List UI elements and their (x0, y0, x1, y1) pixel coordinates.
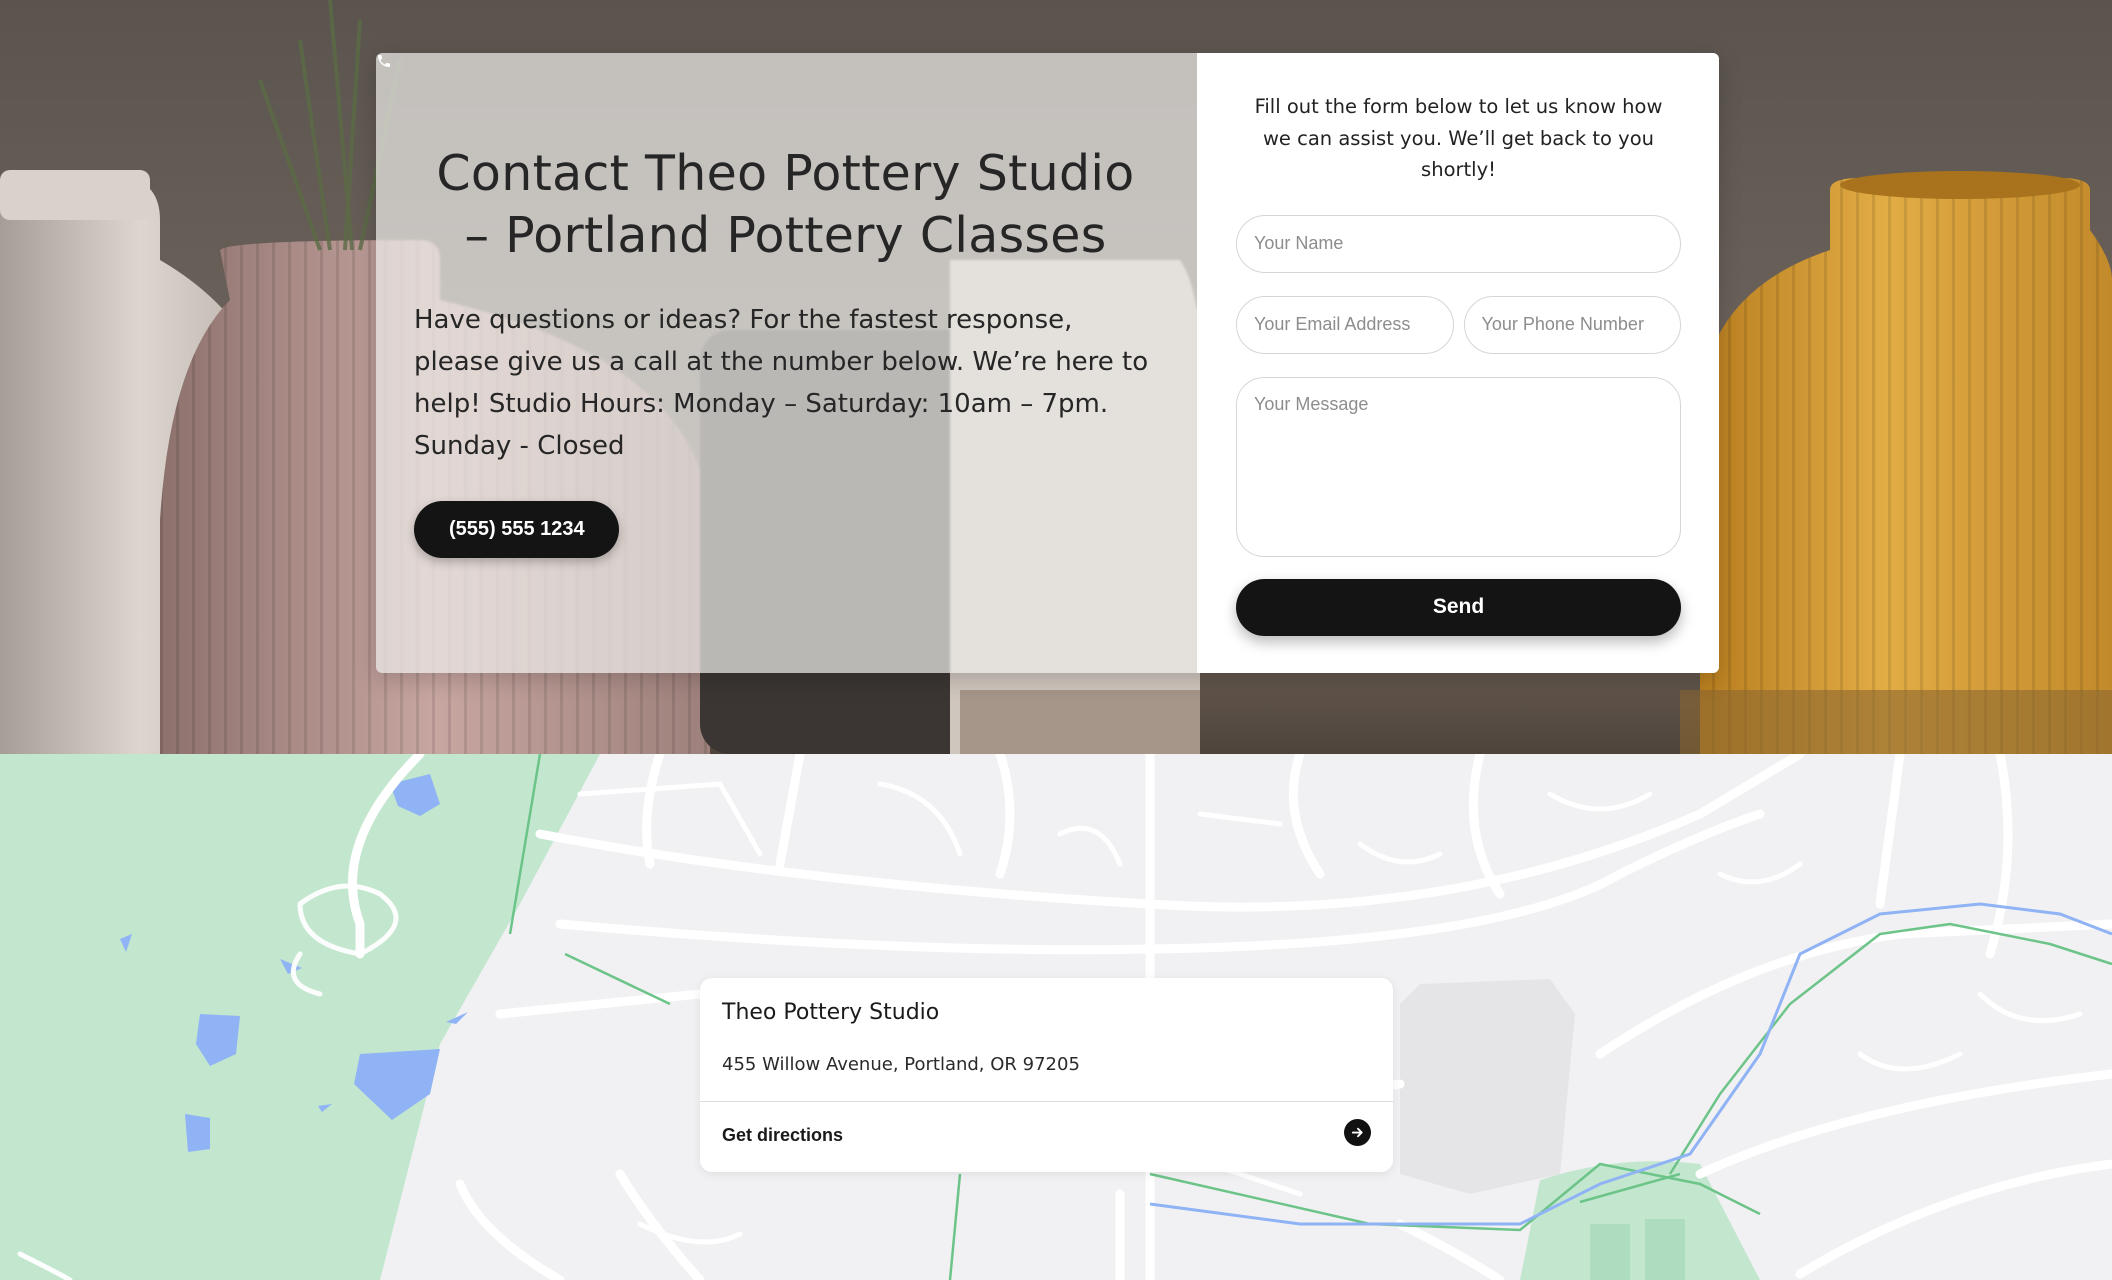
get-directions-link[interactable]: Get directions (722, 1125, 843, 1146)
phone-input[interactable] (1463, 295, 1681, 354)
phone-number-label: (555) 555 1234 (449, 518, 585, 540)
location-card: Theo Pottery Studio 455 Willow Avenue, P… (700, 978, 1393, 1172)
call-phone-button[interactable]: (555) 555 1234 (378, 55, 619, 558)
location-name: Theo Pottery Studio (722, 1000, 940, 1025)
phone-icon (378, 55, 390, 67)
arrow-right-icon[interactable] (1344, 1119, 1371, 1146)
contact-info-panel: Contact Theo Pottery Studio – Portland P… (376, 53, 1197, 673)
location-map[interactable]: Theo Pottery Studio 455 Willow Avenue, P… (0, 754, 2112, 1280)
location-card-divider (700, 1101, 1393, 1102)
name-input[interactable] (1236, 214, 1681, 273)
contact-description: Have questions or ideas? For the fastest… (414, 305, 1149, 461)
message-textarea[interactable] (1236, 376, 1681, 557)
send-button[interactable]: Send (1236, 578, 1681, 636)
form-intro-text: Fill out the form below to let us know h… (1254, 95, 1663, 181)
page-title: Contact Theo Pottery Studio – Portland P… (436, 145, 1135, 264)
location-address: 455 Willow Avenue, Portland, OR 97205 (722, 1054, 1080, 1075)
contact-fields-row (1236, 295, 1681, 354)
email-input[interactable] (1236, 295, 1454, 354)
contact-card: Contact Theo Pottery Studio – Portland P… (376, 53, 1719, 673)
hero-section: Contact Theo Pottery Studio – Portland P… (0, 0, 2112, 754)
contact-form-panel: Fill out the form below to let us know h… (1197, 53, 1719, 673)
